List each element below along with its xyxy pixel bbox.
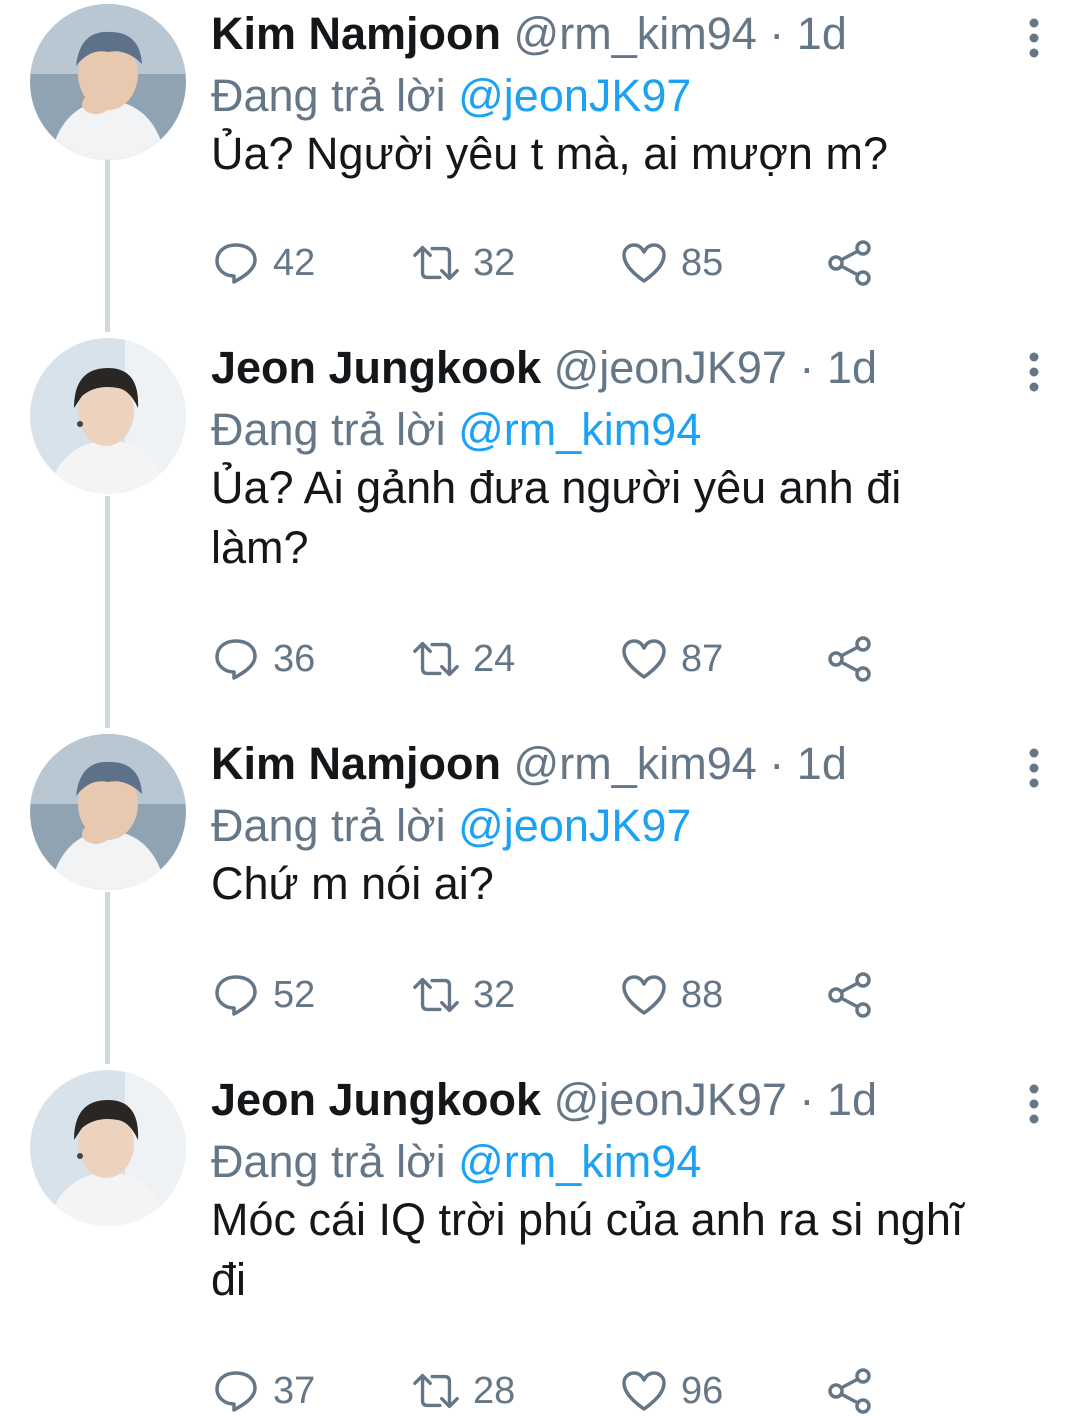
retweet-button[interactable]: 24 xyxy=(411,634,515,684)
tweet[interactable]: Jeon Jungkook @jeonJK97 · 1d Đang trả lờ… xyxy=(0,1070,1080,1416)
like-button[interactable]: 96 xyxy=(619,1366,723,1416)
heart-icon xyxy=(619,970,669,1020)
like-count: 96 xyxy=(681,1369,724,1412)
tweet[interactable]: Jeon Jungkook @jeonJK97 · 1d Đang trả lờ… xyxy=(0,338,1080,698)
share-button[interactable] xyxy=(825,238,875,288)
author-name[interactable]: Kim Namjoon xyxy=(211,8,501,59)
reply-count: 37 xyxy=(273,1369,316,1412)
tweet-text: Móc cái IQ trời phú của anh ra si nghĩ đ… xyxy=(211,1194,964,1305)
reply-mention-link[interactable]: @rm_kim94 xyxy=(458,404,701,455)
heart-icon xyxy=(619,634,669,684)
separator-dot: · xyxy=(769,8,785,59)
reply-icon xyxy=(211,238,261,288)
reply-icon xyxy=(211,970,261,1020)
timestamp[interactable]: 1d xyxy=(797,8,847,59)
more-options-icon[interactable] xyxy=(1024,18,1044,58)
share-button[interactable] xyxy=(825,970,875,1020)
separator-dot: · xyxy=(799,342,815,393)
more-options-icon[interactable] xyxy=(1024,748,1044,788)
reply-button[interactable]: 37 xyxy=(211,1366,315,1416)
share-icon xyxy=(825,634,875,684)
retweet-icon xyxy=(411,1366,461,1416)
share-icon xyxy=(825,238,875,288)
author-handle[interactable]: @rm_kim94 xyxy=(514,738,757,789)
tweet-text: Chứ m nói ai? xyxy=(211,858,494,909)
like-count: 85 xyxy=(681,241,724,284)
author-name[interactable]: Jeon Jungkook xyxy=(211,342,541,393)
retweet-count: 32 xyxy=(473,241,516,284)
heart-icon xyxy=(619,238,669,288)
retweet-icon xyxy=(411,634,461,684)
more-options-icon[interactable] xyxy=(1024,352,1044,392)
heart-icon xyxy=(619,1366,669,1416)
reply-count: 52 xyxy=(273,973,316,1016)
tweet[interactable]: Kim Namjoon @rm_kim94 · 1d Đang trả lời … xyxy=(0,4,1080,304)
replying-to-label: Đang trả lời xyxy=(211,70,446,121)
retweet-button[interactable]: 32 xyxy=(411,970,515,1020)
reply-mention-link[interactable]: @jeonJK97 xyxy=(458,70,691,121)
retweet-count: 32 xyxy=(473,973,516,1016)
reply-count: 36 xyxy=(273,637,316,680)
separator-dot: · xyxy=(769,738,785,789)
avatar[interactable] xyxy=(30,338,186,494)
like-count: 87 xyxy=(681,637,724,680)
tweet[interactable]: Kim Namjoon @rm_kim94 · 1d Đang trả lời … xyxy=(0,734,1080,1034)
like-count: 88 xyxy=(681,973,724,1016)
tweet-text: Ủa? Ai gảnh đưa người yêu anh đi làm? xyxy=(211,462,902,573)
like-button[interactable]: 87 xyxy=(619,634,723,684)
timestamp[interactable]: 1d xyxy=(827,342,877,393)
avatar[interactable] xyxy=(30,734,186,890)
more-options-icon[interactable] xyxy=(1024,1084,1044,1124)
reply-mention-link[interactable]: @rm_kim94 xyxy=(458,1136,701,1187)
tweet-actions: 36 24 87 xyxy=(211,634,911,684)
author-name[interactable]: Jeon Jungkook xyxy=(211,1074,541,1125)
timestamp[interactable]: 1d xyxy=(797,738,847,789)
author-handle[interactable]: @rm_kim94 xyxy=(514,8,757,59)
share-button[interactable] xyxy=(825,1366,875,1416)
tweet-actions: 37 28 96 xyxy=(211,1366,911,1416)
reply-count: 42 xyxy=(273,241,316,284)
retweet-icon xyxy=(411,970,461,1020)
like-button[interactable]: 85 xyxy=(619,238,723,288)
replying-to-label: Đang trả lời xyxy=(211,404,446,455)
tweet-actions: 52 32 88 xyxy=(211,970,911,1020)
reply-button[interactable]: 36 xyxy=(211,634,315,684)
avatar[interactable] xyxy=(30,4,186,160)
reply-icon xyxy=(211,634,261,684)
reply-icon xyxy=(211,1366,261,1416)
retweet-button[interactable]: 28 xyxy=(411,1366,515,1416)
timestamp[interactable]: 1d xyxy=(827,1074,877,1125)
replying-to-label: Đang trả lời xyxy=(211,1136,446,1187)
reply-button[interactable]: 42 xyxy=(211,238,315,288)
author-handle[interactable]: @jeonJK97 xyxy=(554,1074,787,1125)
share-icon xyxy=(825,1366,875,1416)
separator-dot: · xyxy=(799,1074,815,1125)
retweet-count: 24 xyxy=(473,637,516,680)
reply-mention-link[interactable]: @jeonJK97 xyxy=(458,800,691,851)
tweet-text: Ủa? Người yêu t mà, ai mượn m? xyxy=(211,128,888,179)
author-name[interactable]: Kim Namjoon xyxy=(211,738,501,789)
replying-to-label: Đang trả lời xyxy=(211,800,446,851)
tweet-actions: 42 32 85 xyxy=(211,238,911,288)
retweet-count: 28 xyxy=(473,1369,516,1412)
retweet-icon xyxy=(411,238,461,288)
avatar[interactable] xyxy=(30,1070,186,1226)
share-icon xyxy=(825,970,875,1020)
share-button[interactable] xyxy=(825,634,875,684)
author-handle[interactable]: @jeonJK97 xyxy=(554,342,787,393)
like-button[interactable]: 88 xyxy=(619,970,723,1020)
retweet-button[interactable]: 32 xyxy=(411,238,515,288)
reply-button[interactable]: 52 xyxy=(211,970,315,1020)
